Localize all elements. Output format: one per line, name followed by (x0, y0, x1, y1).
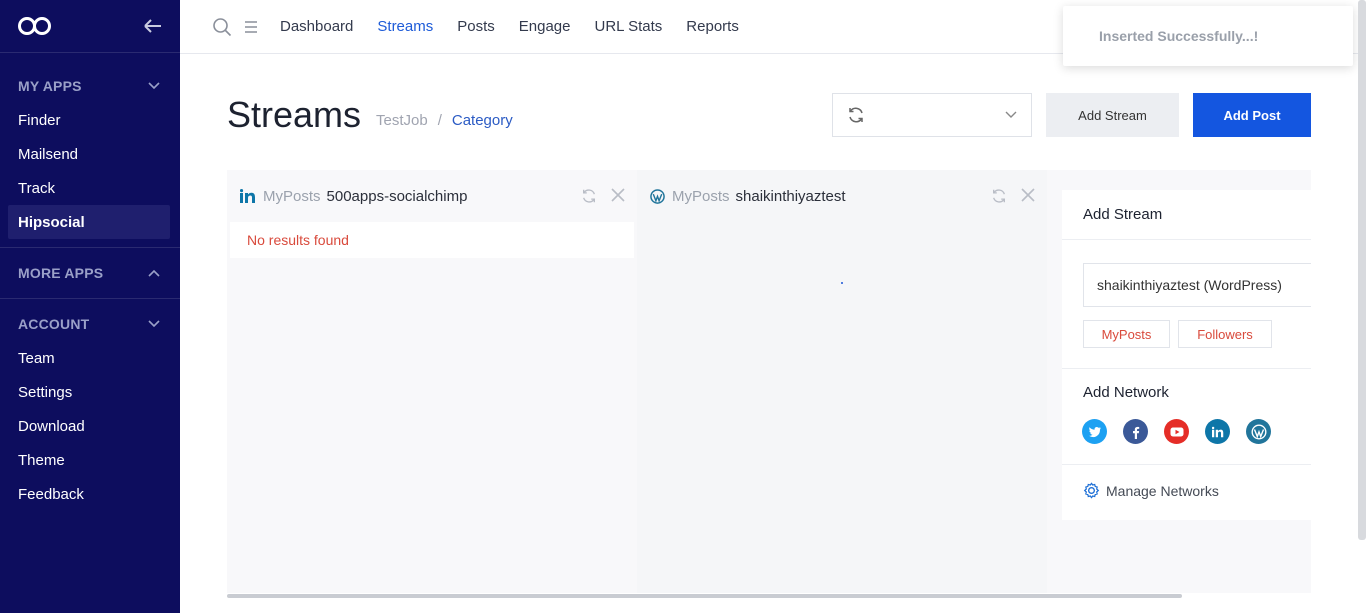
refresh-icon[interactable] (991, 188, 1007, 204)
section-title-account[interactable]: ACCOUNT (0, 307, 180, 341)
topbar-icons (180, 17, 258, 37)
horizontal-scrollbar[interactable] (227, 594, 1182, 598)
vertical-scrollbar[interactable] (1358, 0, 1366, 540)
nav-streams[interactable]: Streams (377, 18, 433, 35)
nav-reports[interactable]: Reports (686, 18, 739, 35)
nav-engage[interactable]: Engage (519, 18, 571, 35)
tag-myposts[interactable]: MyPosts (1083, 320, 1170, 348)
stream-account-name: 500apps-socialchimp (326, 187, 468, 205)
stream-actions (991, 188, 1035, 204)
twitter-icon[interactable] (1082, 419, 1107, 444)
tag-followers[interactable]: Followers (1178, 320, 1272, 348)
account-select[interactable]: shaikinthiyaztest (WordPress) (1083, 263, 1311, 307)
sidebar-header (0, 0, 180, 53)
divider (1062, 464, 1311, 465)
add-network-title: Add Network (1083, 384, 1169, 401)
stream-column: MyPosts shaikinthiyaztest (637, 170, 1047, 593)
stream-actions (581, 188, 625, 204)
menu-icon[interactable] (244, 20, 258, 33)
nav-dashboard[interactable]: Dashboard (280, 18, 353, 35)
add-stream-button[interactable]: Add Stream (1046, 93, 1179, 137)
sidebar-item-feedback[interactable]: Feedback (0, 477, 180, 511)
stream-type-label: MyPosts (263, 187, 321, 205)
top-nav: Dashboard Streams Posts Engage URL Stats… (280, 18, 763, 35)
stream-type-label: MyPosts (672, 187, 730, 205)
sidebar-item-theme[interactable]: Theme (0, 443, 180, 477)
breadcrumb-separator: / (437, 112, 442, 129)
sidebar-item-finder[interactable]: Finder (0, 103, 180, 137)
sidebar-item-hipsocial[interactable]: Hipsocial (8, 205, 170, 239)
stream-header: MyPosts shaikinthiyaztest (637, 170, 1047, 222)
sidebar-section-my-apps: MY APPS Finder Mailsend Track Hipsocial (0, 53, 180, 248)
sidebar-item-download[interactable]: Download (0, 409, 180, 443)
add-post-button[interactable]: Add Post (1193, 93, 1311, 137)
divider (1062, 368, 1311, 369)
wordpress-icon[interactable] (1246, 419, 1271, 444)
wordpress-icon (650, 188, 665, 204)
add-stream-panel: Add Stream shaikinthiyaztest (WordPress)… (1062, 190, 1311, 520)
facebook-icon[interactable] (1123, 419, 1148, 444)
chevron-down-icon (1005, 111, 1017, 118)
breadcrumb-testjob[interactable]: TestJob (376, 112, 428, 129)
nav-url-stats[interactable]: URL Stats (594, 18, 662, 35)
page-title: Streams (227, 94, 362, 135)
sidebar-section-more-apps: MORE APPS (0, 248, 180, 299)
no-results-message: No results found (230, 222, 634, 258)
close-icon[interactable] (1021, 188, 1035, 202)
gear-icon (1083, 482, 1100, 499)
stream-header: MyPosts 500apps-socialchimp (227, 170, 637, 222)
manage-networks-link[interactable]: Manage Networks (1083, 482, 1219, 499)
refresh-icon[interactable] (581, 188, 597, 204)
close-icon[interactable] (611, 188, 625, 202)
stream-column: MyPosts 500apps-socialchimp No results f… (227, 170, 637, 593)
breadcrumb-category[interactable]: Category (452, 112, 513, 129)
nav-posts[interactable]: Posts (457, 18, 495, 35)
collapse-sidebar-icon[interactable] (143, 19, 163, 33)
sidebar-item-mailsend[interactable]: Mailsend (0, 137, 180, 171)
app-logo-icon[interactable] (17, 16, 53, 36)
sidebar: MY APPS Finder Mailsend Track Hipsocial … (0, 0, 180, 613)
network-icons (1082, 419, 1271, 444)
sidebar-item-team[interactable]: Team (0, 341, 180, 375)
section-title-more-apps[interactable]: MORE APPS (0, 256, 180, 290)
breadcrumb: TestJob / Category (376, 112, 513, 129)
success-toast: Inserted Successfully...! (1063, 6, 1353, 66)
search-icon[interactable] (212, 17, 232, 37)
refresh-icon (849, 107, 863, 123)
sidebar-item-settings[interactable]: Settings (0, 375, 180, 409)
stream-select[interactable] (832, 93, 1032, 137)
chevron-down-icon (148, 82, 160, 90)
manage-networks-label: Manage Networks (1106, 482, 1219, 499)
section-title-label: MORE APPS (18, 265, 104, 281)
sidebar-section-account: ACCOUNT Team Settings Download Theme Fee… (0, 299, 180, 511)
loading-spinner (841, 282, 843, 284)
section-title-label: ACCOUNT (18, 316, 90, 332)
youtube-icon[interactable] (1164, 419, 1189, 444)
section-title-label: MY APPS (18, 78, 82, 94)
sidebar-item-track[interactable]: Track (0, 171, 180, 205)
stream-account-name: shaikinthiyaztest (735, 187, 846, 205)
linkedin-icon[interactable] (1205, 419, 1230, 444)
linkedin-icon (240, 189, 255, 203)
chevron-down-icon (148, 320, 160, 328)
panel-title: Add Stream (1062, 190, 1311, 240)
section-title-my-apps[interactable]: MY APPS (0, 69, 180, 103)
chevron-up-icon (148, 269, 160, 277)
